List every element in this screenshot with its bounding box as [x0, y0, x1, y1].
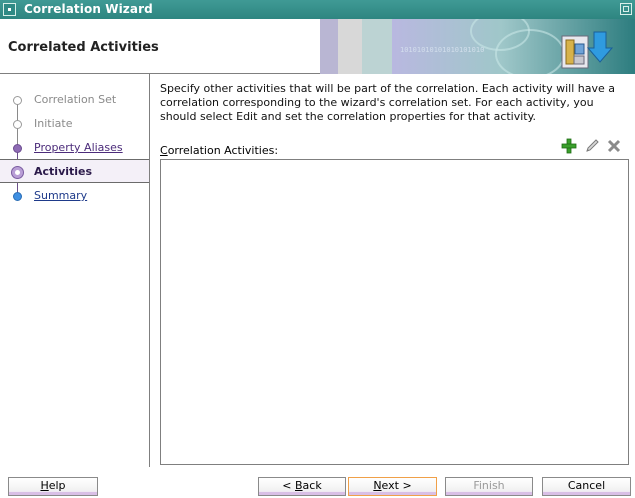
header-banner: 10101010101010101010: [320, 19, 635, 74]
maximize-icon[interactable]: [620, 3, 632, 15]
step-correlation-set: Correlation Set: [0, 88, 149, 112]
step-marker-icon: [13, 96, 22, 105]
wizard-download-icon: [561, 31, 614, 69]
step-label: Correlation Set: [34, 93, 117, 106]
step-summary[interactable]: Summary: [0, 184, 149, 208]
banner-binary-text: 10101010101010101010: [400, 46, 485, 54]
step-marker-icon: [13, 192, 22, 201]
step-label: Activities: [34, 165, 93, 178]
instructions-text: Specify other activities that will be pa…: [160, 82, 616, 123]
correlation-activities-list[interactable]: [160, 159, 629, 465]
step-marker-icon: [13, 144, 22, 153]
delete-icon[interactable]: [605, 137, 623, 155]
title-bar: Correlation Wizard: [0, 0, 635, 19]
finish-button[interactable]: Finish: [445, 477, 533, 496]
step-label: Initiate: [34, 117, 73, 130]
step-property-aliases[interactable]: Property Aliases: [0, 136, 149, 160]
step-label[interactable]: Property Aliases: [34, 141, 123, 154]
next-button[interactable]: Next >: [348, 477, 437, 496]
window-menu-icon[interactable]: [3, 3, 16, 16]
step-label[interactable]: Summary: [34, 189, 87, 202]
edit-pencil-icon[interactable]: [583, 137, 601, 155]
step-marker-icon: [13, 120, 22, 129]
step-current-marker-icon: [11, 166, 24, 179]
correlation-activities-label: Correlation Activities:: [160, 144, 279, 157]
cancel-button[interactable]: Cancel: [542, 477, 631, 496]
step-initiate: Initiate: [0, 112, 149, 136]
window-title: Correlation Wizard: [24, 2, 153, 16]
help-button[interactable]: Help: [8, 477, 98, 496]
add-icon[interactable]: [560, 137, 578, 155]
step-activities[interactable]: Activities: [0, 159, 149, 183]
page-title: Correlated Activities: [8, 40, 159, 55]
back-button[interactable]: < Back: [258, 477, 346, 496]
wizard-step-nav: Correlation Set Initiate Property Aliase…: [0, 74, 150, 467]
